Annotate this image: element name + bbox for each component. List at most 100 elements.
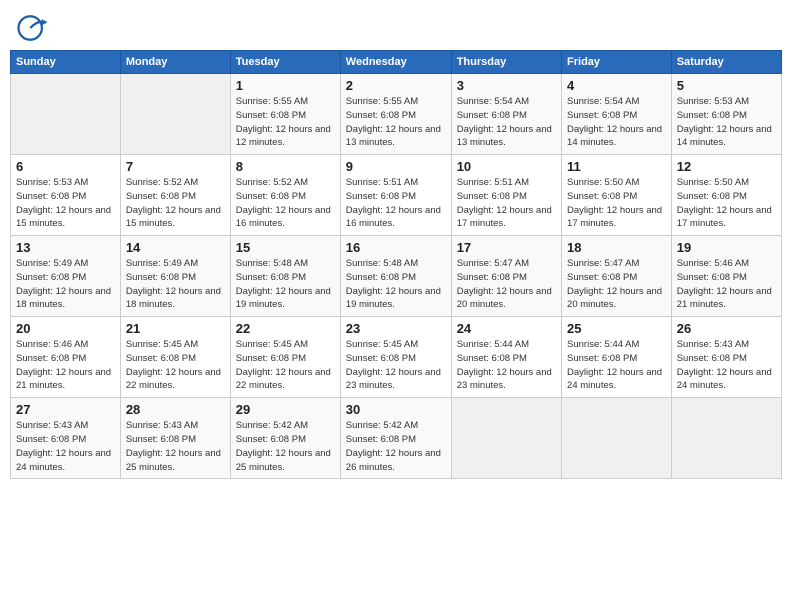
day-info: Sunrise: 5:55 AMSunset: 6:08 PMDaylight:… xyxy=(236,95,335,150)
calendar-cell: 10 Sunrise: 5:51 AMSunset: 6:08 PMDayligh… xyxy=(451,155,561,236)
day-info: Sunrise: 5:48 AMSunset: 6:08 PMDaylight:… xyxy=(346,257,446,312)
day-number: 23 xyxy=(346,321,446,336)
calendar-week-row: 20Sunrise: 5:46 AMSunset: 6:08 PMDayligh… xyxy=(11,317,782,398)
day-number: 19 xyxy=(677,240,776,255)
day-info: Sunrise: 5:52 AMSunset: 6:08 PMDaylight:… xyxy=(236,176,335,231)
calendar-cell: 13 Sunrise: 5:49 AMSunset: 6:08 PMDayligh… xyxy=(11,236,121,317)
calendar-cell: 22 Sunrise: 5:45 AMSunset: 6:08 PMDayligh… xyxy=(230,317,340,398)
calendar-cell: 18 Sunrise: 5:47 AMSunset: 6:08 PMDayligh… xyxy=(562,236,672,317)
day-number: 11 xyxy=(567,159,666,174)
calendar-cell: 23 Sunrise: 5:45 AMSunset: 6:08 PMDayligh… xyxy=(340,317,451,398)
calendar-cell: 28Sunrise: 5:43 AMSunset: 6:08 PMDayligh… xyxy=(120,398,230,479)
day-info: Sunrise: 5:50 AMSunset: 6:08 PMDaylight:… xyxy=(567,176,666,231)
calendar-cell: 26 Sunrise: 5:43 AMSunset: 6:08 PMDayligh… xyxy=(671,317,781,398)
day-info: Sunrise: 5:53 AMSunset: 6:08 PMDaylight:… xyxy=(16,176,115,231)
calendar-cell xyxy=(671,398,781,479)
day-info: Sunrise: 5:52 AMSunset: 6:08 PMDaylight:… xyxy=(126,176,225,231)
day-info: Sunrise: 5:49 AMSunset: 6:08 PMDaylight:… xyxy=(126,257,225,312)
calendar-cell xyxy=(562,398,672,479)
day-number: 29 xyxy=(236,402,335,417)
calendar-cell: 24 Sunrise: 5:44 AMSunset: 6:08 PMDayligh… xyxy=(451,317,561,398)
calendar-cell: 16 Sunrise: 5:48 AMSunset: 6:08 PMDayligh… xyxy=(340,236,451,317)
calendar-cell xyxy=(120,74,230,155)
day-header-saturday: Saturday xyxy=(671,51,781,74)
calendar-cell xyxy=(451,398,561,479)
day-info: Sunrise: 5:43 AMSunset: 6:08 PMDaylight:… xyxy=(677,338,776,393)
day-number: 13 xyxy=(16,240,115,255)
calendar-cell: 1 Sunrise: 5:55 AMSunset: 6:08 PMDaylight… xyxy=(230,74,340,155)
day-number: 15 xyxy=(236,240,335,255)
day-info: Sunrise: 5:48 AMSunset: 6:08 PMDaylight:… xyxy=(236,257,335,312)
day-number: 17 xyxy=(457,240,556,255)
day-info: Sunrise: 5:55 AMSunset: 6:08 PMDaylight:… xyxy=(346,95,446,150)
calendar-week-row: 13 Sunrise: 5:49 AMSunset: 6:08 PMDayligh… xyxy=(11,236,782,317)
calendar-cell: 12 Sunrise: 5:50 AMSunset: 6:08 PMDayligh… xyxy=(671,155,781,236)
calendar-cell: 15 Sunrise: 5:48 AMSunset: 6:08 PMDayligh… xyxy=(230,236,340,317)
calendar-cell: 20Sunrise: 5:46 AMSunset: 6:08 PMDayligh… xyxy=(11,317,121,398)
day-number: 6 xyxy=(16,159,115,174)
day-header-sunday: Sunday xyxy=(11,51,121,74)
day-info: Sunrise: 5:51 AMSunset: 6:08 PMDaylight:… xyxy=(346,176,446,231)
day-number: 27 xyxy=(16,402,115,417)
day-info: Sunrise: 5:54 AMSunset: 6:08 PMDaylight:… xyxy=(567,95,666,150)
day-number: 5 xyxy=(677,78,776,93)
calendar-week-row: 27 Sunrise: 5:43 AMSunset: 6:08 PMDayligh… xyxy=(11,398,782,479)
day-info: Sunrise: 5:50 AMSunset: 6:08 PMDaylight:… xyxy=(677,176,776,231)
day-info: Sunrise: 5:54 AMSunset: 6:08 PMDaylight:… xyxy=(457,95,556,150)
day-number: 2 xyxy=(346,78,446,93)
day-info: Sunrise: 5:45 AMSunset: 6:08 PMDaylight:… xyxy=(236,338,335,393)
calendar-week-row: 1 Sunrise: 5:55 AMSunset: 6:08 PMDaylight… xyxy=(11,74,782,155)
day-number: 26 xyxy=(677,321,776,336)
day-number: 24 xyxy=(457,321,556,336)
calendar-cell: 5 Sunrise: 5:53 AMSunset: 6:08 PMDaylight… xyxy=(671,74,781,155)
day-number: 30 xyxy=(346,402,446,417)
day-header-thursday: Thursday xyxy=(451,51,561,74)
day-number: 20 xyxy=(16,321,115,336)
day-info: Sunrise: 5:42 AMSunset: 6:08 PMDaylight:… xyxy=(236,419,335,474)
day-number: 3 xyxy=(457,78,556,93)
calendar-cell: 30Sunrise: 5:42 AMSunset: 6:08 PMDayligh… xyxy=(340,398,451,479)
day-number: 25 xyxy=(567,321,666,336)
calendar-cell: 14 Sunrise: 5:49 AMSunset: 6:08 PMDayligh… xyxy=(120,236,230,317)
day-info: Sunrise: 5:49 AMSunset: 6:08 PMDaylight:… xyxy=(16,257,115,312)
calendar-cell: 6 Sunrise: 5:53 AMSunset: 6:08 PMDaylight… xyxy=(11,155,121,236)
calendar-cell: 17 Sunrise: 5:47 AMSunset: 6:08 PMDayligh… xyxy=(451,236,561,317)
calendar-cell: 27 Sunrise: 5:43 AMSunset: 6:08 PMDayligh… xyxy=(11,398,121,479)
page-header xyxy=(10,10,782,46)
day-number: 16 xyxy=(346,240,446,255)
calendar-cell: 11 Sunrise: 5:50 AMSunset: 6:08 PMDayligh… xyxy=(562,155,672,236)
day-info: Sunrise: 5:43 AMSunset: 6:08 PMDaylight:… xyxy=(16,419,115,474)
calendar-week-row: 6 Sunrise: 5:53 AMSunset: 6:08 PMDaylight… xyxy=(11,155,782,236)
day-info: Sunrise: 5:46 AMSunset: 6:08 PMDaylight:… xyxy=(677,257,776,312)
day-info: Sunrise: 5:47 AMSunset: 6:08 PMDaylight:… xyxy=(567,257,666,312)
day-info: Sunrise: 5:53 AMSunset: 6:08 PMDaylight:… xyxy=(677,95,776,150)
calendar-header-row: SundayMondayTuesdayWednesdayThursdayFrid… xyxy=(11,51,782,74)
day-number: 12 xyxy=(677,159,776,174)
calendar-cell: 3 Sunrise: 5:54 AMSunset: 6:08 PMDaylight… xyxy=(451,74,561,155)
day-info: Sunrise: 5:51 AMSunset: 6:08 PMDaylight:… xyxy=(457,176,556,231)
day-info: Sunrise: 5:44 AMSunset: 6:08 PMDaylight:… xyxy=(457,338,556,393)
day-header-monday: Monday xyxy=(120,51,230,74)
day-number: 9 xyxy=(346,159,446,174)
day-number: 28 xyxy=(126,402,225,417)
day-info: Sunrise: 5:44 AMSunset: 6:08 PMDaylight:… xyxy=(567,338,666,393)
calendar-cell: 2 Sunrise: 5:55 AMSunset: 6:08 PMDaylight… xyxy=(340,74,451,155)
day-header-tuesday: Tuesday xyxy=(230,51,340,74)
calendar-cell: 21Sunrise: 5:45 AMSunset: 6:08 PMDayligh… xyxy=(120,317,230,398)
day-info: Sunrise: 5:45 AMSunset: 6:08 PMDaylight:… xyxy=(126,338,225,393)
calendar-cell: 19 Sunrise: 5:46 AMSunset: 6:08 PMDayligh… xyxy=(671,236,781,317)
day-info: Sunrise: 5:47 AMSunset: 6:08 PMDaylight:… xyxy=(457,257,556,312)
day-number: 18 xyxy=(567,240,666,255)
day-number: 14 xyxy=(126,240,225,255)
day-number: 1 xyxy=(236,78,335,93)
day-info: Sunrise: 5:45 AMSunset: 6:08 PMDaylight:… xyxy=(346,338,446,393)
day-number: 10 xyxy=(457,159,556,174)
calendar-table: SundayMondayTuesdayWednesdayThursdayFrid… xyxy=(10,50,782,479)
day-number: 22 xyxy=(236,321,335,336)
day-header-friday: Friday xyxy=(562,51,672,74)
calendar-cell: 9 Sunrise: 5:51 AMSunset: 6:08 PMDaylight… xyxy=(340,155,451,236)
calendar-cell: 25 Sunrise: 5:44 AMSunset: 6:08 PMDayligh… xyxy=(562,317,672,398)
calendar-cell: 8Sunrise: 5:52 AMSunset: 6:08 PMDaylight… xyxy=(230,155,340,236)
day-number: 4 xyxy=(567,78,666,93)
calendar-cell: 7Sunrise: 5:52 AMSunset: 6:08 PMDaylight… xyxy=(120,155,230,236)
